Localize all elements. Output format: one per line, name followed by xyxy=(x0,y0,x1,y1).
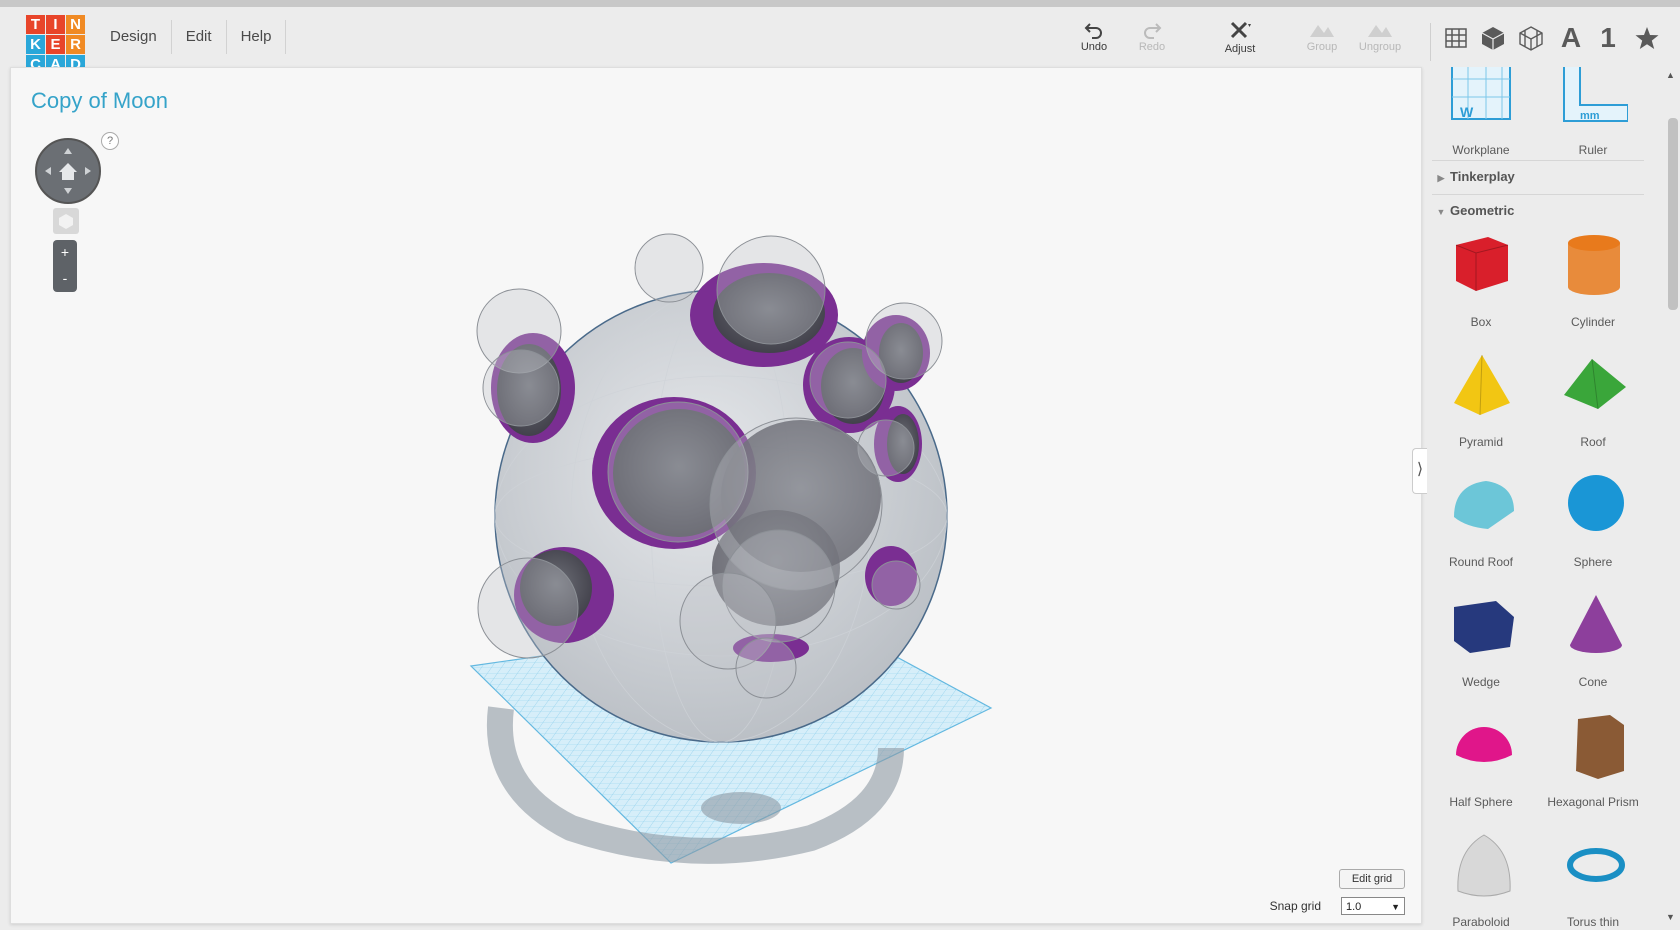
shape-pyramid[interactable]: Pyramid xyxy=(1431,345,1531,455)
shape-label: Wedge xyxy=(1462,675,1500,689)
undo-icon xyxy=(1084,23,1102,39)
section-geometric[interactable]: ▼ Geometric xyxy=(1432,194,1644,227)
scroll-up-arrow[interactable]: ▲ xyxy=(1666,70,1675,80)
scroll-down-arrow[interactable]: ▼ xyxy=(1666,912,1675,922)
shape-hexagonal-prism[interactable]: Hexagonal Prism xyxy=(1543,705,1643,815)
shape-label: Round Roof xyxy=(1448,555,1514,569)
svg-text:mm: mm xyxy=(1580,110,1600,122)
shape-label: Pyramid xyxy=(1458,435,1503,449)
logo-letter: K xyxy=(26,35,45,54)
snap-grid-select[interactable]: 1.0 ▼ xyxy=(1341,897,1405,915)
shape-torus-thin[interactable]: Torus thin xyxy=(1543,825,1643,930)
sphere-icon xyxy=(1568,475,1624,531)
helper-workplane[interactable]: W Workplane xyxy=(1431,67,1531,163)
cylinder-icon xyxy=(1568,235,1620,295)
shape-round-roof[interactable]: Round Roof xyxy=(1431,465,1531,575)
snap-grid-value: 1.0 xyxy=(1346,901,1362,913)
svg-text:W: W xyxy=(1460,104,1474,120)
section-tinkerplay[interactable]: ▶ Tinkerplay xyxy=(1432,160,1644,193)
cube-view-icon[interactable] xyxy=(1478,23,1508,53)
helper-label: Ruler xyxy=(1578,143,1608,157)
shape-cylinder[interactable]: Cylinder xyxy=(1543,225,1643,335)
shape-box[interactable]: Box xyxy=(1431,225,1531,335)
shape-label: Roof xyxy=(1580,435,1606,449)
box-icon xyxy=(1455,237,1509,291)
shape-sphere[interactable]: Sphere xyxy=(1543,465,1643,575)
shape-half-sphere[interactable]: Half Sphere xyxy=(1431,705,1531,815)
shape-paraboloid[interactable]: Paraboloid xyxy=(1431,825,1531,930)
adjust-icon xyxy=(1230,21,1251,39)
group-button[interactable]: Group xyxy=(1292,21,1352,53)
chevron-right-icon: ▶ xyxy=(1437,173,1445,183)
half-sphere-icon xyxy=(1456,727,1512,762)
torus-thin-icon xyxy=(1567,848,1625,882)
shape-wedge[interactable]: Wedge xyxy=(1431,585,1531,695)
logo-letter: I xyxy=(46,15,65,34)
tinkercad-logo[interactable]: TINKERCAD xyxy=(26,15,85,74)
chevron-down-icon: ▼ xyxy=(1436,207,1446,217)
pyramid-icon xyxy=(1454,354,1510,416)
grid-view-icon[interactable] xyxy=(1441,23,1471,53)
adjust-button[interactable]: Adjust xyxy=(1210,21,1270,55)
redo-button[interactable]: Redo xyxy=(1122,21,1182,53)
undo-button[interactable]: Undo xyxy=(1064,21,1124,53)
logo-letter: E xyxy=(46,35,65,54)
helper-ruler[interactable]: mm Ruler xyxy=(1543,67,1643,163)
moon-3d-model[interactable] xyxy=(11,68,1421,923)
hexagonal-prism-icon xyxy=(1576,715,1624,779)
chevron-down-icon: ▼ xyxy=(1391,902,1400,912)
shape-label: Half Sphere xyxy=(1449,795,1513,809)
round-roof-icon xyxy=(1454,481,1514,529)
number-shape-icon[interactable]: 1 xyxy=(1593,22,1623,53)
app-header: TINKERCAD Design Edit Help Undo Redo Adj… xyxy=(0,7,1680,74)
sidebar-scrollbar[interactable] xyxy=(1668,118,1678,310)
text-shape-icon[interactable]: A xyxy=(1556,22,1586,53)
workplane-icon: W xyxy=(1451,67,1511,120)
shape-label: Hexagonal Prism xyxy=(1547,795,1639,809)
collapse-sidebar-toggle[interactable]: ⟩ xyxy=(1412,448,1427,494)
menu-edit[interactable]: Edit xyxy=(172,20,227,54)
shape-label: Box xyxy=(1470,315,1492,329)
shape-label: Paraboloid xyxy=(1452,915,1510,929)
ungroup-button[interactable]: Ungroup xyxy=(1350,21,1410,53)
workspace-canvas[interactable]: Copy of Moon ? + - Edit grid Snap grid 1… xyxy=(10,67,1422,924)
shape-cone[interactable]: Cone xyxy=(1543,585,1643,695)
redo-icon xyxy=(1144,23,1162,39)
cone-icon xyxy=(1570,595,1622,653)
paraboloid-icon xyxy=(1457,834,1511,897)
menu-design[interactable]: Design xyxy=(96,20,172,54)
shape-label: Cone xyxy=(1578,675,1608,689)
shape-label: Cylinder xyxy=(1570,315,1615,329)
group-icon xyxy=(1310,25,1334,37)
toolbar-divider xyxy=(1430,23,1431,61)
menu-help[interactable]: Help xyxy=(227,20,287,54)
wedge-icon xyxy=(1454,601,1514,653)
edit-grid-button[interactable]: Edit grid xyxy=(1339,869,1405,889)
star-icon[interactable] xyxy=(1632,23,1662,53)
logo-letter: R xyxy=(66,35,85,54)
shape-label: Sphere xyxy=(1573,555,1613,569)
main-menu: Design Edit Help xyxy=(96,7,287,67)
wireframe-cube-icon[interactable] xyxy=(1516,23,1546,53)
helper-label: Workplane xyxy=(1452,143,1510,157)
ungroup-icon xyxy=(1368,25,1392,37)
shape-roof[interactable]: Roof xyxy=(1543,345,1643,455)
shape-label: Torus thin xyxy=(1566,915,1620,929)
ruler-icon: mm xyxy=(1563,67,1628,122)
shadow-blob xyxy=(701,792,781,824)
snap-grid-label: Snap grid xyxy=(1269,899,1321,913)
logo-letter: T xyxy=(26,15,45,34)
logo-letter: N xyxy=(66,15,85,34)
roof-icon xyxy=(1564,358,1626,410)
shapes-sidebar: W Workplane mm Ruler ▶ Tinkerplay ▼ Geomet… xyxy=(1430,67,1670,930)
